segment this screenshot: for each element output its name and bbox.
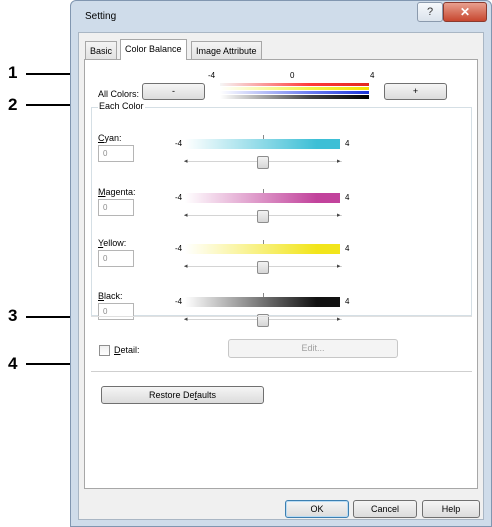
dialog-client: Basic Color Balance Image Attribute All … xyxy=(78,32,484,520)
magenta-value-field[interactable]: 0 xyxy=(98,199,134,216)
magenta-max-label: 4 xyxy=(345,193,350,202)
cyan-slider[interactable]: ◂ ▸ xyxy=(184,156,342,169)
callout-3: 3 xyxy=(8,306,18,325)
window-title: Setting xyxy=(85,11,117,22)
yellow-gradient xyxy=(185,244,340,254)
channel-row-black: Black: 0 -4 4 ◂ ▸ xyxy=(85,60,349,327)
callout-4: 4 xyxy=(8,354,18,373)
help-button[interactable]: Help xyxy=(422,500,480,518)
edit-button[interactable]: Edit... xyxy=(228,339,398,358)
black-center-tick xyxy=(263,293,264,297)
yellow-slider-thumb[interactable] xyxy=(257,261,269,274)
question-icon: ? xyxy=(426,6,434,18)
ok-button[interactable]: OK xyxy=(285,500,349,518)
all-colors-label: All Colors: xyxy=(98,89,140,99)
yellow-min-label: -4 xyxy=(175,244,183,253)
setting-dialog: Setting ? ✕ Basic Color Balance Image At… xyxy=(70,0,492,527)
callout-1: 1 xyxy=(8,63,18,82)
right-arrow-icon[interactable]: ▸ xyxy=(337,210,341,222)
all-colors-scale-mid: 0 xyxy=(290,71,295,80)
left-arrow-icon[interactable]: ◂ xyxy=(184,261,188,273)
tab-color-balance[interactable]: Color Balance xyxy=(120,39,187,60)
close-button[interactable]: ✕ xyxy=(443,2,487,22)
each-color-label: Each Color xyxy=(98,101,145,111)
left-arrow-icon[interactable]: ◂ xyxy=(184,156,188,168)
magenta-slider[interactable]: ◂ ▸ xyxy=(184,210,342,223)
cyan-slider-thumb[interactable] xyxy=(257,156,269,169)
color-balance-panel: All Colors: - -4 0 4 + Each Color Cyan: 0… xyxy=(84,59,478,489)
black-value-field[interactable]: 0 xyxy=(98,303,134,320)
all-colors-gradient xyxy=(220,83,369,100)
black-label: Black: xyxy=(98,291,123,301)
separator-top xyxy=(91,316,472,317)
tab-image-attribute[interactable]: Image Attribute xyxy=(191,41,262,59)
right-arrow-icon[interactable]: ▸ xyxy=(337,156,341,168)
detail-checkbox[interactable] xyxy=(99,345,110,356)
all-colors-scale-min: -4 xyxy=(208,71,216,80)
yellow-slider[interactable]: ◂ ▸ xyxy=(184,261,342,274)
help-title-button[interactable]: ? xyxy=(417,2,443,22)
magenta-gradient xyxy=(185,193,340,203)
black-max-label: 4 xyxy=(345,297,350,306)
yellow-value-field[interactable]: 0 xyxy=(98,250,134,267)
close-icon: ✕ xyxy=(459,5,471,19)
separator-bottom xyxy=(91,371,472,372)
callout-2: 2 xyxy=(8,95,18,114)
cyan-max-label: 4 xyxy=(345,139,350,148)
restore-defaults-button[interactable]: Restore Defaults xyxy=(101,386,264,404)
cyan-center-tick xyxy=(263,135,264,139)
all-colors-plus-button[interactable]: + xyxy=(384,83,447,100)
yellow-center-tick xyxy=(263,240,264,244)
cyan-label: Cyan: xyxy=(98,133,122,143)
cyan-gradient xyxy=(185,139,340,149)
tab-basic[interactable]: Basic xyxy=(85,41,118,59)
detail-label: Detail: xyxy=(114,345,140,355)
all-colors-minus-button[interactable]: - xyxy=(142,83,205,100)
magenta-center-tick xyxy=(263,189,264,193)
right-arrow-icon[interactable]: ▸ xyxy=(337,261,341,273)
yellow-label: Yellow: xyxy=(98,238,127,248)
all-colors-scale-max: 4 xyxy=(370,71,375,80)
magenta-slider-thumb[interactable] xyxy=(257,210,269,223)
left-arrow-icon[interactable]: ◂ xyxy=(184,210,188,222)
black-gradient xyxy=(185,297,340,307)
cyan-min-label: -4 xyxy=(175,139,183,148)
yellow-max-label: 4 xyxy=(345,244,350,253)
cyan-value-field[interactable]: 0 xyxy=(98,145,134,162)
black-min-label: -4 xyxy=(175,297,183,306)
cancel-button[interactable]: Cancel xyxy=(353,500,417,518)
magenta-label: Magenta: xyxy=(98,187,136,197)
magenta-min-label: -4 xyxy=(175,193,183,202)
